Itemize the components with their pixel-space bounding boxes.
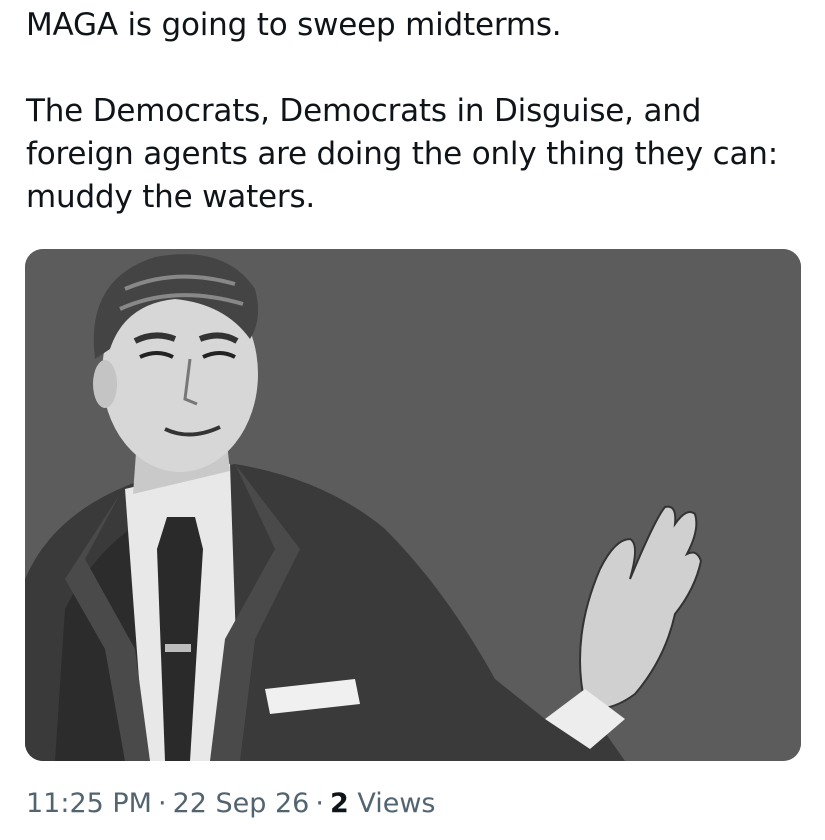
tweet-text-line-1: MAGA is going to sweep midterms.	[26, 7, 562, 43]
views-label: Views	[357, 788, 436, 819]
tweet-text: MAGA is going to sweep midterms. The Dem…	[26, 4, 806, 219]
meta-separator: ·	[315, 788, 324, 819]
tweet-date[interactable]: 22 Sep 26	[173, 788, 310, 819]
tweet-media-image[interactable]	[25, 249, 801, 761]
halt-gesture-man-illustration	[25, 249, 801, 761]
tweet: MAGA is going to sweep midterms. The Dem…	[0, 0, 825, 840]
tweet-text-line-2: The Democrats, Democrats in Disguise, an…	[26, 93, 778, 215]
views-count: 2	[329, 788, 349, 819]
meta-separator: ·	[157, 788, 167, 819]
tweet-metadata: 11:25 PM · 22 Sep 26 · 2 Views	[26, 786, 435, 822]
tweet-time[interactable]: 11:25 PM	[26, 788, 152, 819]
